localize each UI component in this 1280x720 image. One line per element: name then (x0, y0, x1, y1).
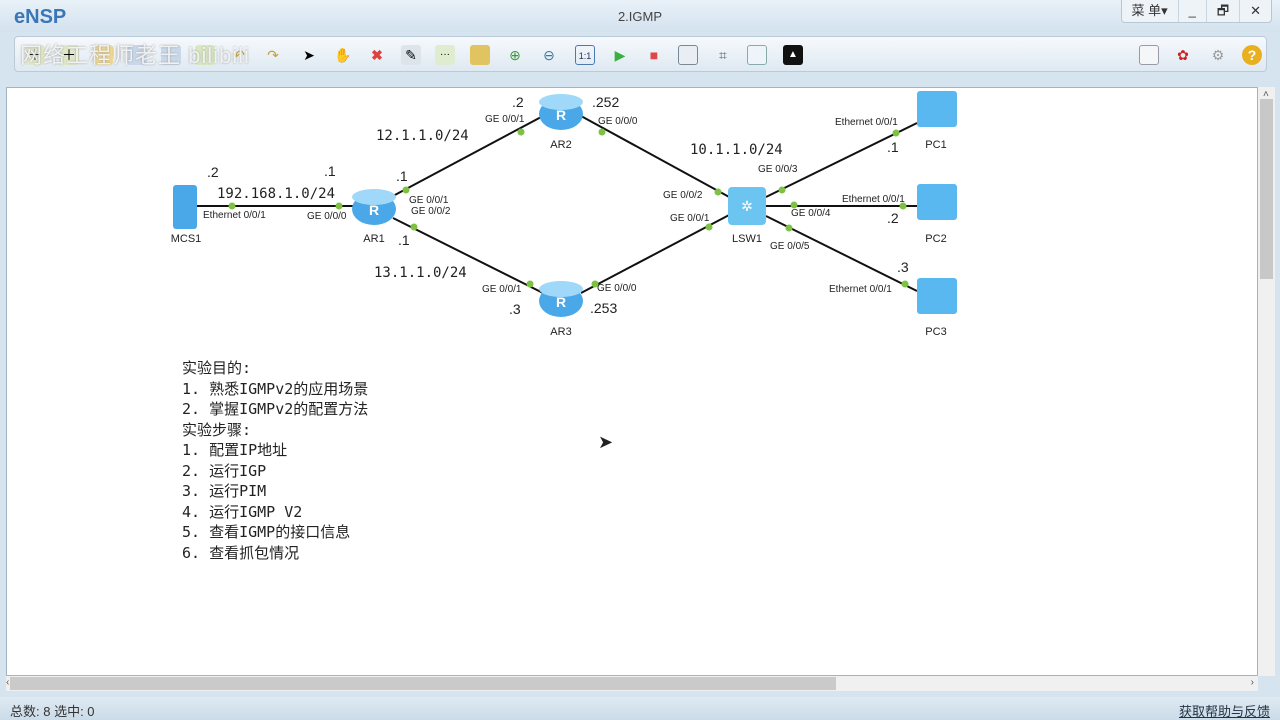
svg-text:✲: ✲ (741, 198, 753, 214)
svg-text:R: R (556, 107, 566, 123)
svg-text:GE 0/0/1: GE 0/0/1 (485, 114, 525, 125)
notes-line: 1. 熟悉IGMPv2的应用场景 (182, 379, 369, 398)
device-ar3[interactable]: R AR3 (539, 281, 583, 338)
svg-text:GE 0/0/1: GE 0/0/1 (409, 195, 449, 206)
device-ar1[interactable]: R AR1 (352, 189, 396, 245)
device-lsw1[interactable]: ✲ LSW1 (728, 187, 766, 245)
notes-line: 2. 掌握IGMPv2的配置方法 (182, 400, 369, 418)
device-ar2[interactable]: R AR2 (539, 94, 583, 151)
svg-text:PC3: PC3 (925, 326, 946, 338)
vertical-scrollbar[interactable]: ˄ (1258, 87, 1275, 676)
svg-text:.252: .252 (592, 94, 619, 110)
server-icon (173, 185, 197, 229)
notes-line: 1. 配置IP地址 (182, 441, 288, 459)
svg-text:GE 0/0/3: GE 0/0/3 (758, 164, 798, 175)
svg-text:.2: .2 (207, 164, 219, 180)
svg-text:.1: .1 (396, 168, 408, 184)
svg-text:.3: .3 (509, 301, 521, 317)
device-pc2[interactable]: PC2 (917, 184, 957, 245)
svg-text:LSW1: LSW1 (732, 233, 762, 245)
scroll-left-icon[interactable]: ‹ (6, 677, 9, 688)
subnet-label: 12.1.1.0/24 (376, 128, 469, 144)
lab-notes-text[interactable]: 实验目的: 1. 熟悉IGMPv2的应用场景 2. 掌握IGMPv2的配置方法 … (182, 358, 368, 563)
svg-text:GE 0/0/1: GE 0/0/1 (670, 213, 710, 224)
notes-line: 2. 运行IGP (182, 461, 267, 480)
notes-line: 3. 运行PIM (182, 482, 267, 500)
device-pc1[interactable]: PC1 (917, 91, 957, 151)
svg-text:Ethernet 0/0/1: Ethernet 0/0/1 (835, 117, 898, 128)
svg-text:GE 0/0/0: GE 0/0/0 (307, 211, 347, 222)
svg-text:R: R (369, 202, 379, 218)
scroll-right-icon[interactable]: › (1251, 677, 1254, 688)
svg-text:GE 0/0/5: GE 0/0/5 (770, 241, 810, 252)
svg-text:GE 0/0/0: GE 0/0/0 (597, 283, 637, 294)
help-feedback-link[interactable]: 获取帮助与反馈 (1179, 701, 1270, 720)
notes-line: 4. 运行IGMP V2 (182, 502, 303, 521)
svg-text:MCS1: MCS1 (171, 233, 202, 245)
svg-text:Ethernet 0/0/1: Ethernet 0/0/1 (842, 194, 905, 205)
svg-text:.3: .3 (897, 259, 909, 275)
svg-text:R: R (556, 294, 566, 310)
subnet-label: 13.1.1.0/24 (374, 265, 467, 281)
device-mcs1[interactable]: MCS1 (171, 185, 202, 245)
pc-icon (917, 91, 957, 127)
vertical-scroll-thumb[interactable] (1260, 99, 1273, 279)
mouse-cursor-icon: ➤ (598, 432, 614, 452)
pc-icon (917, 278, 957, 314)
device-pc3[interactable]: PC3 (917, 278, 957, 338)
svg-text:.2: .2 (512, 94, 524, 110)
svg-text:AR3: AR3 (550, 326, 571, 338)
svg-text:GE 0/0/2: GE 0/0/2 (663, 190, 703, 201)
notes-line: 实验目的: (182, 359, 252, 377)
svg-text:AR2: AR2 (550, 139, 571, 151)
notes-line: 6. 查看抓包情况 (182, 543, 300, 562)
horizontal-scroll-thumb[interactable] (10, 677, 836, 690)
subnet-label: 10.1.1.0/24 (690, 142, 783, 158)
status-counts: 总数: 8 选中: 0 (10, 704, 95, 719)
notes-line: 5. 查看IGMP的接口信息 (182, 523, 351, 541)
svg-text:.1: .1 (887, 139, 899, 155)
svg-text:.1: .1 (398, 232, 410, 248)
horizontal-scrollbar[interactable]: ‹ › (6, 676, 1258, 691)
notes-line: 实验步骤: (182, 420, 252, 439)
svg-text:AR1: AR1 (363, 233, 384, 245)
svg-text:.253: .253 (590, 300, 617, 316)
pc-icon (917, 184, 957, 220)
status-bar: 总数: 8 选中: 0 获取帮助与反馈 (0, 697, 1280, 720)
svg-text:PC2: PC2 (925, 233, 946, 245)
subnet-label: 192.168.1.0/24 (217, 186, 335, 202)
svg-text:GE 0/0/2: GE 0/0/2 (411, 206, 451, 217)
svg-text:PC1: PC1 (925, 139, 946, 151)
svg-text:Ethernet 0/0/1: Ethernet 0/0/1 (829, 284, 892, 295)
svg-text:Ethernet 0/0/1: Ethernet 0/0/1 (203, 210, 266, 221)
svg-text:GE 0/0/0: GE 0/0/0 (598, 116, 638, 127)
svg-text:.2: .2 (887, 210, 899, 226)
svg-text:GE 0/0/1: GE 0/0/1 (482, 284, 522, 295)
svg-text:.1: .1 (324, 163, 336, 179)
svg-text:GE 0/0/4: GE 0/0/4 (791, 208, 831, 219)
